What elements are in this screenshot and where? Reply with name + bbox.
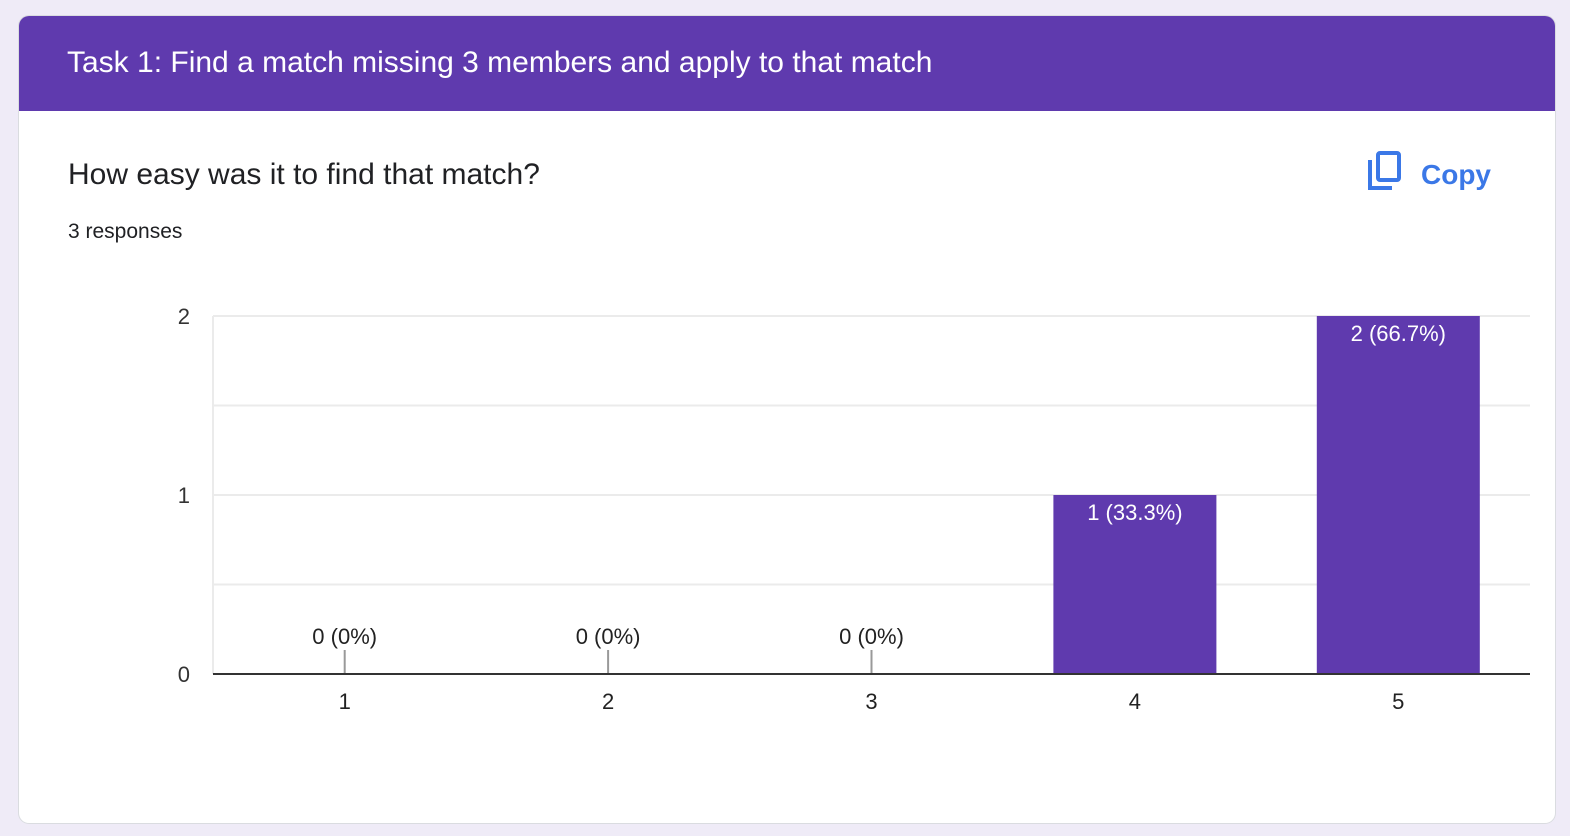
x-tick-label: 1 [339, 689, 351, 714]
y-tick-label: 0 [178, 662, 190, 687]
bar-data-label: 0 (0%) [839, 624, 904, 649]
y-tick-label: 1 [178, 483, 190, 508]
bar [1316, 316, 1480, 674]
x-tick-label: 2 [602, 689, 614, 714]
bar-data-label: 0 (0%) [312, 624, 377, 649]
y-tick-label: 2 [178, 304, 190, 329]
x-tick-label: 4 [1129, 689, 1141, 714]
bar-data-label: 1 (33.3%) [1087, 500, 1182, 525]
x-tick-label: 5 [1392, 689, 1404, 714]
bar-data-label: 2 (66.7%) [1351, 321, 1446, 346]
x-tick-label: 3 [865, 689, 877, 714]
bar-chart: 0 1 2 0 (0%) 1 0 (0%) 2 0 (0%) 3 1 (33.3%) 4 2 (66.… [178, 304, 1530, 714]
bar-data-label: 0 (0%) [576, 624, 641, 649]
